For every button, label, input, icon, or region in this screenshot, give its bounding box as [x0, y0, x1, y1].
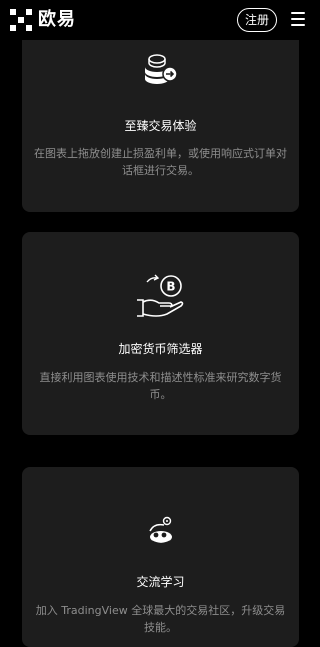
top-bar: 欧易 注册 — [0, 0, 320, 40]
hand-bitcoin-icon: B — [136, 274, 183, 317]
card-title: 加密货币筛选器 — [118, 342, 203, 356]
community-icon — [148, 516, 172, 545]
card-description: 直接利用图表使用技术和描述性标准来研究数字货币。 — [39, 371, 282, 401]
signup-button[interactable]: 注册 — [237, 8, 277, 32]
coins-arrow-icon — [144, 54, 178, 84]
feature-card-community: 交流学习 加入 TradingView 全球最大的交易社区，升级交易技能。 — [22, 467, 299, 647]
card-title: 交流学习 — [136, 575, 185, 589]
brand-name[interactable]: 欧易 — [38, 9, 76, 31]
menu-icon[interactable] — [291, 12, 305, 26]
card-description: 在图表上拖放创建止损盈利单，或使用响应式订单对话框进行交易。 — [34, 147, 287, 177]
card-description: 加入 TradingView 全球最大的交易社区，升级交易技能。 — [35, 604, 286, 634]
svg-text:B: B — [166, 280, 175, 294]
okx-logo-icon[interactable] — [10, 9, 32, 31]
feature-card-screener: B 加密货币筛选器 直接利用图表使用技术和描述性标准来研究数字货币。 — [22, 232, 299, 435]
card-title: 至臻交易体验 — [124, 119, 197, 133]
